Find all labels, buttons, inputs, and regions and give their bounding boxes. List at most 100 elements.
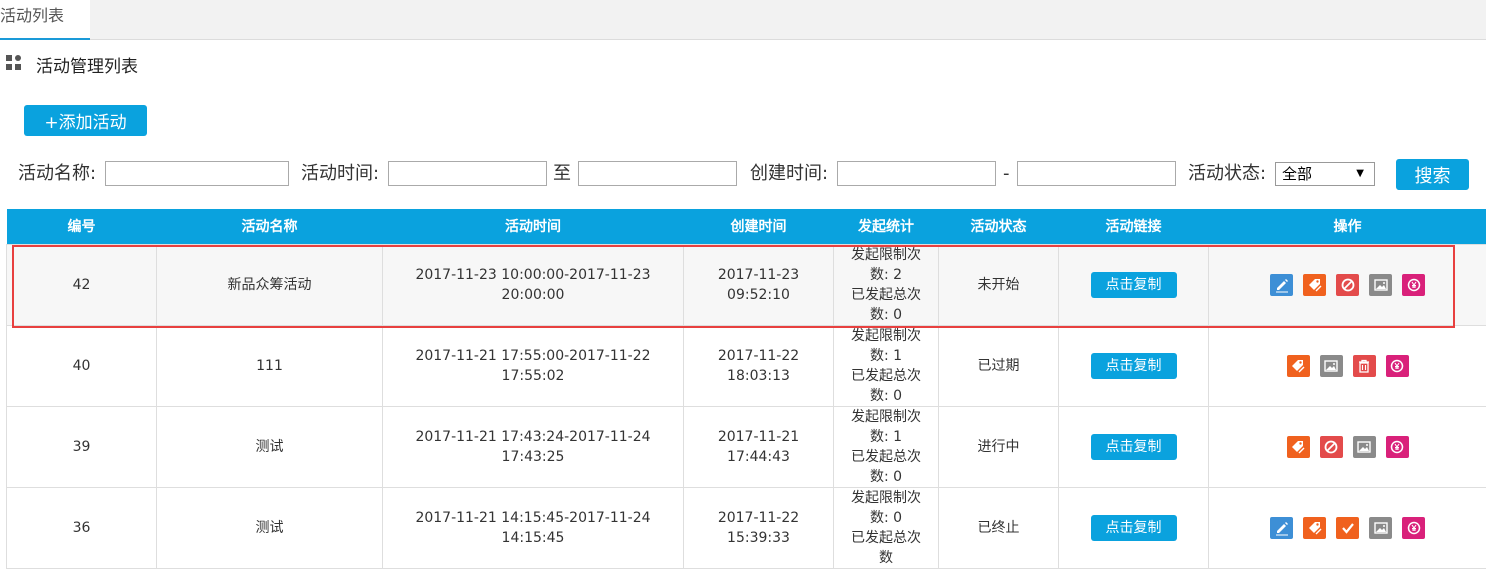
stat-limit-value: 数: 1 xyxy=(836,427,936,447)
ban-icon[interactable] xyxy=(1336,274,1359,296)
action-icons xyxy=(1213,355,1482,377)
cell-name: 测试 xyxy=(157,487,383,568)
tag-icon[interactable] xyxy=(1303,517,1326,539)
activity-name-input[interactable] xyxy=(105,161,289,186)
search-button[interactable]: 搜索 xyxy=(1396,159,1469,190)
cell-time-line2: 17:43:25 xyxy=(387,447,679,467)
col-status: 活动状态 xyxy=(939,209,1059,244)
col-name: 活动名称 xyxy=(157,209,383,244)
copy-link-button[interactable]: 点击复制 xyxy=(1091,515,1177,541)
cell-status: 已过期 xyxy=(939,325,1059,406)
cell-status: 进行中 xyxy=(939,406,1059,487)
cell-stats: 发起限制次数: 0已发起总次数 xyxy=(834,487,939,568)
activity-table: 编号 活动名称 活动时间 创建时间 发起统计 活动状态 活动链接 操作 42新品… xyxy=(6,209,1486,569)
cell-created: 2017-11-2215:39:33 xyxy=(684,487,834,568)
action-icons xyxy=(1213,436,1482,458)
add-activity-button[interactable]: +添加活动 xyxy=(24,105,147,136)
tag-icon[interactable] xyxy=(1287,355,1310,377)
cell-created-time: 17:44:43 xyxy=(688,447,829,467)
check-icon[interactable] xyxy=(1336,517,1359,539)
cell-time-line2: 20:00:00 xyxy=(387,285,679,305)
col-actions: 操作 xyxy=(1209,209,1486,244)
stat-total-value: 数: 0 xyxy=(836,386,936,406)
cell-created-date: 2017-11-21 xyxy=(688,427,829,447)
create-start-input[interactable] xyxy=(837,161,996,186)
cell-id: 42 xyxy=(7,244,157,325)
cell-link: 点击复制 xyxy=(1059,406,1209,487)
cell-link: 点击复制 xyxy=(1059,487,1209,568)
cell-actions xyxy=(1209,244,1486,325)
copy-link-button[interactable]: 点击复制 xyxy=(1091,272,1177,298)
tag-icon[interactable] xyxy=(1287,436,1310,458)
cell-id: 39 xyxy=(7,406,157,487)
table-row: 39测试2017-11-21 17:43:24-2017-11-2417:43:… xyxy=(7,406,1486,487)
coupon-icon[interactable] xyxy=(1386,436,1409,458)
stat-limit-value: 数: 2 xyxy=(836,265,936,285)
section-title: 活动管理列表 xyxy=(6,52,138,76)
coupon-icon[interactable] xyxy=(1402,517,1425,539)
stat-total-label: 已发起总次 xyxy=(836,528,936,548)
cell-time-line1: 2017-11-21 17:55:00-2017-11-22 xyxy=(387,346,679,366)
cell-created-date: 2017-11-23 xyxy=(688,265,829,285)
action-icons xyxy=(1213,274,1482,296)
cell-created: 2017-11-2309:52:10 xyxy=(684,244,834,325)
cell-name: 新品众筹活动 xyxy=(157,244,383,325)
trash-icon[interactable] xyxy=(1353,355,1376,377)
cell-created-time: 18:03:13 xyxy=(688,366,829,386)
stat-limit-label: 发起限制次 xyxy=(836,407,936,427)
cell-status: 已终止 xyxy=(939,487,1059,568)
cell-time-line2: 17:55:02 xyxy=(387,366,679,386)
image-icon[interactable] xyxy=(1320,355,1343,377)
status-select[interactable]: 全部 ▼ xyxy=(1275,162,1375,186)
cell-id: 36 xyxy=(7,487,157,568)
cell-created-date: 2017-11-22 xyxy=(688,508,829,528)
cell-created-time: 09:52:10 xyxy=(688,285,829,305)
cell-actions xyxy=(1209,406,1486,487)
image-icon[interactable] xyxy=(1353,436,1376,458)
cell-time: 2017-11-21 17:43:24-2017-11-2417:43:25 xyxy=(383,406,684,487)
image-icon[interactable] xyxy=(1369,274,1392,296)
tab-bar: 活动列表 xyxy=(0,0,1486,40)
table-header-row: 编号 活动名称 活动时间 创建时间 发起统计 活动状态 活动链接 操作 xyxy=(7,209,1486,244)
copy-link-button[interactable]: 点击复制 xyxy=(1091,434,1177,460)
time-sep: 至 xyxy=(553,161,571,187)
stat-limit-value: 数: 0 xyxy=(836,508,936,528)
cell-stats: 发起限制次数: 1已发起总次数: 0 xyxy=(834,325,939,406)
col-time: 活动时间 xyxy=(383,209,684,244)
tag-icon[interactable] xyxy=(1303,274,1326,296)
cell-time: 2017-11-21 17:55:00-2017-11-2217:55:02 xyxy=(383,325,684,406)
copy-link-button[interactable]: 点击复制 xyxy=(1091,353,1177,379)
chevron-down-icon: ▼ xyxy=(1356,163,1364,185)
cell-time: 2017-11-21 14:15:45-2017-11-2414:15:45 xyxy=(383,487,684,568)
stat-total-value: 数: 0 xyxy=(836,305,936,325)
cell-link: 点击复制 xyxy=(1059,244,1209,325)
stat-limit-label: 发起限制次 xyxy=(836,245,936,265)
stat-limit-label: 发起限制次 xyxy=(836,488,936,508)
action-icons xyxy=(1213,517,1482,539)
stat-total-label: 已发起总次 xyxy=(836,285,936,305)
create-end-input[interactable] xyxy=(1017,161,1176,186)
cell-created: 2017-11-2117:44:43 xyxy=(684,406,834,487)
activity-end-input[interactable] xyxy=(578,161,737,186)
image-icon[interactable] xyxy=(1369,517,1392,539)
cell-link: 点击复制 xyxy=(1059,325,1209,406)
create-sep: - xyxy=(1003,161,1010,187)
cell-time-line1: 2017-11-21 17:43:24-2017-11-24 xyxy=(387,427,679,447)
col-link: 活动链接 xyxy=(1059,209,1209,244)
tab-activity-list[interactable]: 活动列表 xyxy=(0,0,90,40)
activity-start-input[interactable] xyxy=(388,161,547,186)
stat-total-label: 已发起总次 xyxy=(836,447,936,467)
cell-time-line1: 2017-11-23 10:00:00-2017-11-23 xyxy=(387,265,679,285)
edit-icon[interactable] xyxy=(1270,274,1293,296)
cell-time-line1: 2017-11-21 14:15:45-2017-11-24 xyxy=(387,508,679,528)
coupon-icon[interactable] xyxy=(1402,274,1425,296)
stat-limit-label: 发起限制次 xyxy=(836,326,936,346)
col-id: 编号 xyxy=(7,209,157,244)
section-title-text: 活动管理列表 xyxy=(36,52,138,77)
status-select-value: 全部 xyxy=(1282,165,1312,183)
coupon-icon[interactable] xyxy=(1386,355,1409,377)
time-filter-label: 活动时间: xyxy=(301,161,379,187)
ban-icon[interactable] xyxy=(1320,436,1343,458)
edit-icon[interactable] xyxy=(1270,517,1293,539)
cell-actions xyxy=(1209,325,1486,406)
